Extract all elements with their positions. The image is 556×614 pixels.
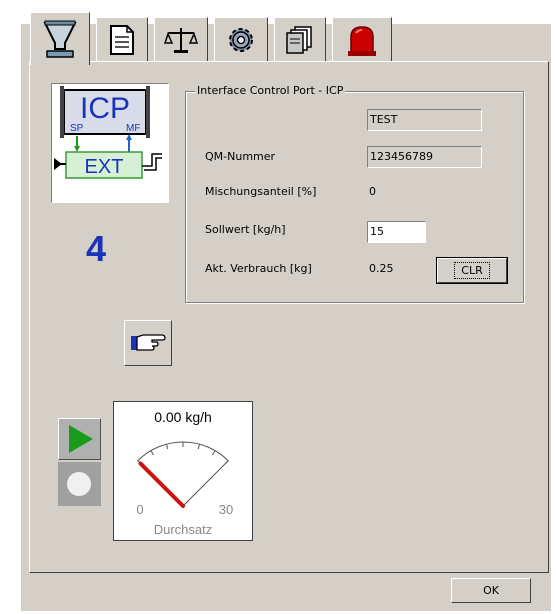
gauge-tick <box>150 450 154 456</box>
gauge-tick <box>224 460 229 465</box>
tab-scale[interactable] <box>154 17 208 61</box>
funnel-icon <box>43 20 77 58</box>
gauge-needle <box>138 461 185 508</box>
document-icon <box>110 24 134 55</box>
mix-value: 0 <box>369 185 376 198</box>
setpoint-label: Sollwert [kg/h] <box>205 223 286 236</box>
play-button[interactable] <box>58 418 101 460</box>
gauge-max-label: 30 <box>219 502 233 517</box>
record-button[interactable] <box>58 462 101 506</box>
station-number: 4 <box>86 228 107 269</box>
clr-button[interactable]: CLR <box>436 257 508 284</box>
svg-text:MF: MF <box>126 123 140 134</box>
gauge-min-label: 0 <box>136 502 143 517</box>
consumption-value: 0.25 <box>369 262 394 275</box>
record-circle-icon <box>67 472 91 496</box>
gauge-tick <box>197 444 201 450</box>
qm-label: QM-Nummer <box>205 150 276 163</box>
tab-settings[interactable] <box>214 17 268 61</box>
setpoint-input[interactable]: 15 <box>367 221 426 243</box>
qm-display: 123456789 <box>367 146 482 168</box>
hand-button[interactable] <box>124 320 172 366</box>
gauge-tick <box>212 450 216 456</box>
mix-label: Mischungsanteil [%] <box>205 185 317 198</box>
svg-text:EXT: EXT <box>85 156 124 178</box>
clr-button-label: CLR <box>454 262 490 279</box>
gauge-reading: 0.00 kg/h <box>154 409 212 425</box>
name-display: TEST <box>367 109 482 131</box>
consumption-label: Akt. Verbrauch [kg] <box>205 262 312 275</box>
pointing-hand-icon <box>131 334 166 351</box>
scale-icon <box>164 27 198 53</box>
ok-button[interactable]: OK <box>451 578 531 603</box>
svg-text:ICP: ICP <box>80 92 130 125</box>
tab-dosing[interactable] <box>30 12 90 65</box>
files-icon <box>286 25 312 54</box>
alarm-light-icon <box>348 25 376 56</box>
tab-alarm[interactable] <box>332 17 392 61</box>
gauge-caption: Durchsatz <box>154 522 213 537</box>
icp-badge: ICP SP MF EXT <box>51 83 169 203</box>
groupbox-title: Interface Control Port - ICP <box>195 84 346 97</box>
tab-files[interactable] <box>274 17 326 61</box>
gear-icon <box>229 27 253 52</box>
svg-text:SP: SP <box>70 123 84 134</box>
play-icon <box>69 425 93 453</box>
icp-diagram-icon: ICP SP MF EXT <box>54 86 162 179</box>
throughput-gauge: 0.00 kg/h 0 30 Durchsatz <box>113 401 253 541</box>
gauge-dial <box>137 441 229 508</box>
gauge-tick <box>165 444 169 450</box>
tab-documents[interactable] <box>96 17 148 61</box>
